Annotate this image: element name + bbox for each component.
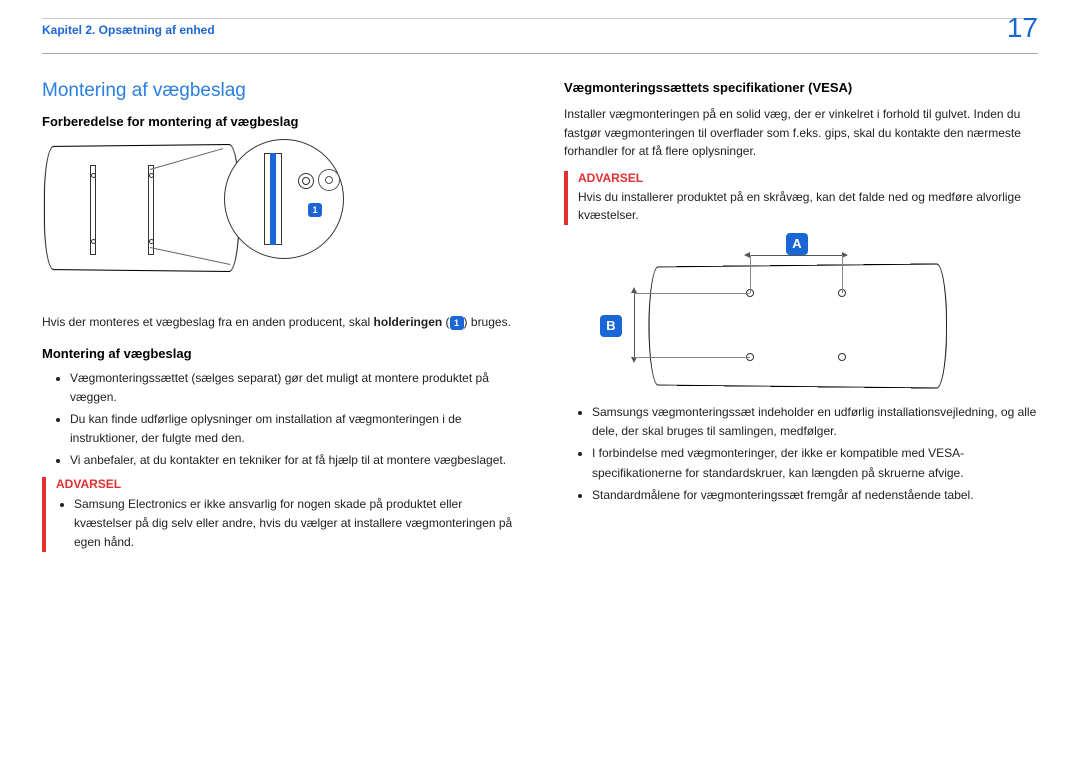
section-title: Montering af vægbeslag: [42, 80, 516, 102]
mount-heading: Montering af vægbeslag: [42, 346, 516, 361]
list-item: Samsungs vægmonteringssæt indeholder en …: [592, 403, 1038, 441]
prep-heading: Forberedelse for montering af vægbeslag: [42, 114, 516, 129]
figure-vesa-dimensions: A B: [604, 235, 964, 395]
page-header: Kapitel 2. Opsætning af enhed 17: [0, 0, 1080, 43]
page-number: 17: [1007, 12, 1038, 44]
dimension-a-badge: A: [786, 233, 808, 255]
paragraph-holder: Hvis der monteres et vægbeslag fra en an…: [42, 313, 516, 332]
warning-text: Hvis du installerer produktet på en skrå…: [578, 188, 1038, 225]
chapter-label: Kapitel 2. Opsætning af enhed: [42, 19, 1038, 37]
holder-badge-icon: 1: [308, 203, 322, 217]
list-item: Vægmonteringssættet (sælges separat) gør…: [70, 369, 516, 407]
mount-bullets: Vægmonteringssættet (sælges separat) gør…: [70, 369, 516, 471]
left-column: Montering af vægbeslag Forberedelse for …: [42, 80, 516, 562]
warning-title: ADVARSEL: [578, 171, 1038, 185]
text-bold: holderingen: [374, 315, 443, 329]
list-item: Du kan finde udførlige oplysninger om in…: [70, 410, 516, 448]
vesa-bullets: Samsungs vægmonteringssæt indeholder en …: [592, 403, 1038, 505]
page-content: Montering af vægbeslag Forberedelse for …: [0, 54, 1080, 562]
warning-text: Samsung Electronics er ikke ansvarlig fo…: [74, 495, 516, 553]
text: (: [442, 315, 449, 329]
text: bruges.: [471, 315, 511, 329]
vesa-heading: Vægmonteringssættets specifikationer (VE…: [564, 80, 1038, 95]
warning-box-right: ADVARSEL Hvis du installerer produktet p…: [564, 171, 1038, 225]
list-item: I forbindelse med vægmonteringer, der ik…: [592, 444, 1038, 482]
vesa-paragraph: Installer vægmonteringen på en solid væg…: [564, 105, 1038, 161]
right-column: Vægmonteringssættets specifikationer (VE…: [564, 80, 1038, 562]
figure-wall-bracket-prep: 1: [42, 139, 402, 303]
text: Hvis der monteres et vægbeslag fra en an…: [42, 315, 374, 329]
holder-badge-inline-icon: 1: [450, 316, 464, 330]
dimension-b-badge: B: [600, 315, 622, 337]
text: ): [464, 315, 471, 329]
list-item: Standardmålene for vægmonteringssæt frem…: [592, 486, 1038, 505]
list-item: Vi anbefaler, at du kontakter en teknike…: [70, 451, 516, 470]
warning-title: ADVARSEL: [56, 477, 516, 491]
warning-box-left: ADVARSEL Samsung Electronics er ikke ans…: [42, 477, 516, 553]
